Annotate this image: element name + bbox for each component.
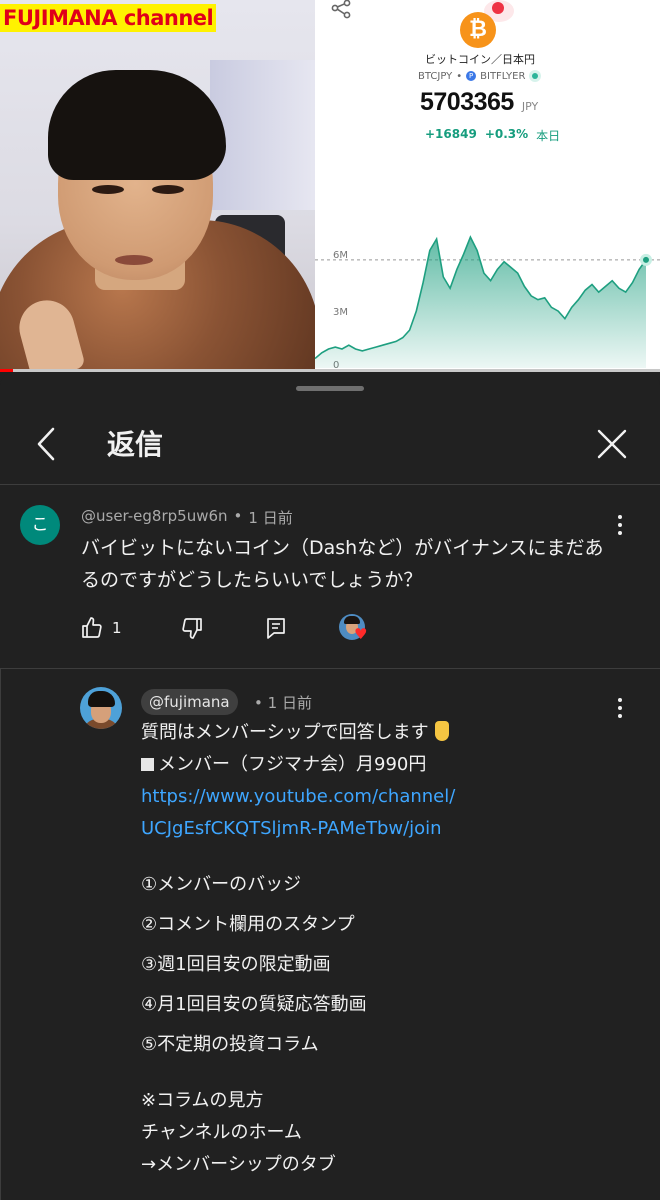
more-vert-icon (618, 698, 622, 702)
video-player[interactable]: FUJIMANA channel ₿ ビットコイン／日本円 BTCJPY • P… (0, 0, 660, 372)
channel-label: FUJIMANA channel (0, 4, 217, 32)
mouth (115, 255, 153, 265)
back-button[interactable] (24, 420, 68, 468)
right-eye (152, 185, 184, 194)
reply-line-2-text: メンバー（フジマナ会）月990円 (158, 754, 427, 775)
asset-name: ビットコイン／日本円 (425, 53, 535, 66)
reply-body: 質問はメンバーシップで回答します メンバー（フジマナ会）月990円 https:… (141, 717, 621, 1181)
price-unit: JPY (521, 100, 539, 113)
comment-author[interactable]: @user-eg8rp5uw6n (81, 507, 228, 528)
change-period: 本日 (536, 129, 561, 143)
benefit-item: ⑤不定期の投資コラム (141, 1034, 319, 1055)
benefit-item: ①メンバーのバッジ (141, 874, 302, 895)
change-absolute: +16849 (425, 127, 477, 141)
more-vert-icon (618, 515, 622, 519)
pair-symbol: BTCJPY (418, 70, 453, 82)
heart-icon: ♥ (354, 625, 368, 643)
comment-meta: @user-eg8rp5uw6n • 1 日前 (81, 507, 293, 528)
webcam-feed: FUJIMANA channel (0, 0, 315, 372)
reply-line-2: メンバー（フジマナ会）月990円 (141, 749, 621, 781)
comment-time: 1 日前 (248, 509, 293, 527)
benefit-item: ③週1回目安の限定動画 (141, 954, 331, 975)
btc-price: 5703365 (420, 88, 514, 116)
last-price-marker (640, 253, 652, 266)
price-row: 5703365 JPY (420, 88, 538, 117)
chevron-left-icon (37, 427, 55, 461)
reply-author-chip[interactable]: @fujimana (141, 689, 238, 715)
pair-row: BTCJPY • P BITFLYER (418, 69, 542, 83)
square-bullet-icon (141, 758, 154, 771)
background-window (210, 60, 315, 210)
change-percent: +0.3% (484, 127, 529, 141)
exchange-icon: P (466, 71, 477, 81)
benefit-item: ④月1回目安の質疑応答動画 (141, 994, 367, 1015)
thumbs-down-icon (181, 618, 202, 639)
reply-line-1-text: 質問はメンバーシップで回答します (141, 722, 429, 743)
close-icon (597, 429, 627, 459)
note-line-2: →メンバーシップのタブ (141, 1154, 336, 1175)
meta-separator: • (233, 507, 243, 525)
reply-line-1: 質問はメンバーシップで回答します (141, 717, 621, 749)
presenter-hair (48, 70, 226, 180)
share-icon (331, 0, 351, 19)
dislike-button[interactable] (180, 612, 204, 644)
benefit-item: ②コメント欄用のスタンプ (141, 914, 355, 935)
reply-time: • 1 日前 (254, 692, 312, 713)
bitcoin-logo-icon: ₿ (460, 12, 496, 48)
change-row: +16849 +0.3% 本日 (425, 127, 560, 144)
thumbs-up-icon (82, 617, 102, 638)
comment-text: バイビットにないコイン（Dashなど）がバイナンスにまだあるのですがどうしたらい… (81, 537, 604, 591)
pointing-down-icon (434, 721, 449, 741)
meta-separator: • (254, 694, 263, 712)
close-button[interactable] (588, 420, 636, 468)
reply-time-text: 1 日前 (267, 694, 312, 712)
comment-actions: 1 (80, 612, 288, 644)
pair-separator: • (456, 70, 463, 82)
membership-link-2[interactable]: UCJgEsfCKQTSljmR-PAMeTbw/join (141, 813, 621, 845)
note-line-1: チャンネルのホーム (141, 1122, 302, 1143)
btc-price-chart: 6M3M0 (315, 235, 660, 371)
note-title: ※コラムの見方 (141, 1090, 264, 1111)
like-count: 1 (112, 619, 122, 637)
avatar[interactable] (80, 687, 122, 729)
like-button[interactable] (80, 612, 104, 644)
membership-link-1[interactable]: https://www.youtube.com/channel/ (141, 781, 621, 813)
sheet-title: 返信 (107, 428, 164, 461)
reply-icon (266, 618, 285, 639)
sheet-drag-handle[interactable] (296, 386, 364, 391)
reply-button[interactable] (264, 612, 288, 644)
exchange-name: BITFLYER (480, 70, 526, 82)
avatar[interactable]: こ (20, 505, 60, 545)
y-tick-label: 3M (333, 307, 348, 318)
live-indicator-icon (529, 70, 542, 82)
comment-more-button[interactable] (608, 510, 632, 540)
left-eye (92, 185, 124, 194)
price-area (315, 237, 646, 368)
creator-heart-icon: ♥ (339, 614, 367, 642)
